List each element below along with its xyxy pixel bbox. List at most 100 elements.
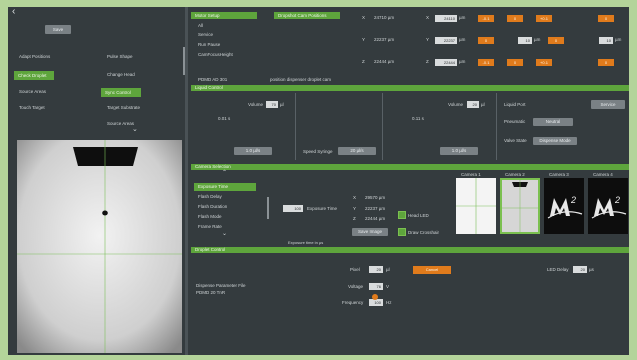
camera-2-thumbnail[interactable] bbox=[500, 178, 540, 234]
camera-selection-header: Camera Selection bbox=[191, 164, 629, 170]
camera-1-thumbnail[interactable] bbox=[456, 178, 496, 234]
axis-y-field-label: Y bbox=[426, 37, 430, 42]
cam-axis-y-label: Y bbox=[353, 206, 357, 211]
voltage-unit: V bbox=[386, 284, 390, 289]
droplet-control-header: Droplet Control bbox=[191, 247, 629, 253]
voltage-field[interactable]: 76 bbox=[369, 283, 383, 290]
step-y-field[interactable]: 10 bbox=[518, 37, 532, 44]
step-z-zero-button[interactable]: 0 bbox=[507, 59, 523, 66]
service-button[interactable]: Service bbox=[591, 100, 625, 109]
aspirate-rate-button[interactable]: 1.0 µl/s bbox=[234, 147, 272, 155]
valve-state-select[interactable]: Dispense Mode bbox=[533, 137, 577, 145]
liquid-control-header: Liquid Control bbox=[191, 85, 629, 91]
camera-menu-flash-mode[interactable]: Flash Mode bbox=[198, 214, 222, 220]
led-delay-unit: µs bbox=[589, 267, 594, 272]
cam-axis-z-readout: 22444 µm bbox=[365, 216, 386, 221]
axis-z-label: Z bbox=[362, 59, 365, 64]
axis-z-field[interactable]: 22444 bbox=[435, 59, 457, 66]
liquid-volume-unit: µl bbox=[280, 102, 284, 107]
head-led-label: Head LED bbox=[408, 213, 429, 218]
tab-motor-setup[interactable]: Motor Setup bbox=[191, 12, 257, 19]
cam-axis-y-readout: 22237 µm bbox=[365, 206, 386, 211]
frequency-field[interactable]: 100 bbox=[369, 299, 383, 306]
step-x-zero-button[interactable]: 0 bbox=[507, 15, 523, 22]
pixel-field[interactable]: 20 bbox=[369, 266, 383, 273]
step-x-plus-button[interactable]: +0.1 bbox=[536, 15, 552, 22]
camera-4-thumbnail[interactable]: 2 bbox=[588, 178, 628, 234]
draw-crosshair-label: Draw Crosshair bbox=[408, 230, 440, 235]
dispense-rate-button[interactable]: 1.0 µl/s bbox=[440, 147, 478, 155]
menu-item-source-areas-2[interactable]: Source Areas bbox=[107, 121, 134, 127]
voltage-label: Voltage bbox=[348, 284, 364, 289]
camera-menu-flash-delay[interactable]: Flash Delay bbox=[198, 194, 222, 200]
camera-menu-exposure-time[interactable]: Exposure Time bbox=[194, 183, 256, 191]
axis-y-unit: µm bbox=[459, 37, 466, 42]
camera-menu-scrollbar[interactable] bbox=[267, 197, 269, 219]
camera-3-thumbnail[interactable]: 2 bbox=[544, 178, 584, 234]
motion-list-cam-focus-height[interactable]: CamFocusHeight bbox=[198, 52, 233, 58]
save-button[interactable]: Save bbox=[45, 25, 71, 34]
liquid-volume2-label: Volume bbox=[448, 102, 464, 107]
led-delay-field[interactable]: 20 bbox=[573, 266, 587, 273]
menu-item-check-droplet[interactable]: Check Droplet bbox=[14, 71, 54, 80]
menu-item-touch-target[interactable]: Touch Target bbox=[19, 105, 45, 111]
step-z-right-button[interactable]: 0 bbox=[598, 59, 614, 66]
cam-axis-x-readout: 29570 µm bbox=[365, 195, 386, 200]
liquid-divider-2 bbox=[382, 93, 383, 160]
menu-item-target-substrate[interactable]: Target Substrate bbox=[107, 105, 140, 111]
pixel-unit: µl bbox=[386, 267, 390, 272]
camera-menu-down-icon[interactable]: ⌄ bbox=[222, 231, 227, 237]
axis-y-label: Y bbox=[362, 37, 366, 42]
step-x-minus-button[interactable]: -0.1 bbox=[478, 15, 494, 22]
menu-item-adapt-positions[interactable]: Adapt Positions bbox=[19, 54, 50, 60]
camera-menu-flash-duration[interactable]: Flash Duration bbox=[198, 204, 227, 210]
step-y-minus-button[interactable]: 0 bbox=[478, 37, 494, 44]
camera-2-image bbox=[502, 180, 538, 232]
camera-menu-up-icon[interactable]: ⌃ bbox=[222, 170, 227, 176]
camera-menu-frame-rate[interactable]: Frame Rate bbox=[198, 224, 222, 230]
pneumatic-select[interactable]: Neutral bbox=[533, 118, 573, 126]
menu-item-change-head[interactable]: Change Head bbox=[107, 72, 135, 78]
motion-list-all[interactable]: All bbox=[198, 23, 203, 29]
menu-item-pulse-shape[interactable]: Pulse Shape bbox=[107, 54, 133, 60]
exposure-hint: Exposure time in µs bbox=[288, 240, 324, 245]
svg-text:2: 2 bbox=[614, 195, 620, 205]
valve-state-label: Valve State bbox=[504, 138, 527, 143]
menu-item-source-areas[interactable]: Source Areas bbox=[19, 89, 46, 95]
axis-x-field[interactable]: 24110 bbox=[435, 15, 457, 22]
exposure-time-field[interactable]: 100 bbox=[283, 205, 303, 212]
tab-dropshot-cam-positions[interactable]: Dropshot Cam Positions bbox=[274, 12, 340, 19]
liquid-divider-1 bbox=[295, 93, 296, 160]
dispense-parameter-label: Dispense Parameter File bbox=[196, 283, 246, 288]
cam-axis-x-label: X bbox=[353, 195, 357, 200]
draw-crosshair-checkbox[interactable] bbox=[398, 228, 406, 236]
frequency-label: Frequency bbox=[342, 300, 364, 305]
back-icon[interactable]: ‹ bbox=[12, 7, 15, 17]
motion-list-service[interactable]: Service bbox=[198, 32, 213, 38]
dispense-parameter-file[interactable]: PDMD 20 TnR bbox=[196, 290, 225, 296]
liquid-volume2-field[interactable]: 20 bbox=[467, 101, 479, 108]
speed-syringe-field[interactable]: 20 µl/s bbox=[338, 147, 376, 155]
step-y-right-field[interactable]: 10 bbox=[599, 37, 613, 44]
step-z-plus-button[interactable]: +0.1 bbox=[536, 59, 552, 66]
frequency-cursor-indicator bbox=[372, 294, 378, 300]
m2-logo-icon: 2 bbox=[547, 195, 583, 219]
camera-live-view-image bbox=[17, 140, 182, 353]
liquid-volume2-unit: µl bbox=[481, 102, 485, 107]
svg-text:2: 2 bbox=[570, 195, 576, 205]
cancel-button[interactable]: Cancel bbox=[413, 266, 451, 274]
step-x-right-button[interactable]: 0 bbox=[598, 15, 614, 22]
step-y-plus-button[interactable]: 0 bbox=[548, 37, 564, 44]
camera-1-image bbox=[456, 178, 496, 234]
frequency-unit: Hz bbox=[386, 300, 392, 305]
head-led-checkbox[interactable] bbox=[398, 211, 406, 219]
axis-z-field-label: Z bbox=[426, 59, 429, 64]
save-image-button[interactable]: Save Image bbox=[352, 228, 388, 236]
menu-item-sync-control[interactable]: Sync Control bbox=[101, 88, 141, 97]
step-z-minus-button[interactable]: -0.1 bbox=[478, 59, 494, 66]
panel-divider bbox=[185, 7, 188, 355]
liquid-volume-field[interactable]: 70 bbox=[266, 101, 278, 108]
motion-list-run-pause[interactable]: Run Pause bbox=[198, 42, 220, 48]
axis-y-field[interactable]: 22237 bbox=[435, 37, 457, 44]
chevron-down-icon[interactable]: ⌄ bbox=[132, 126, 138, 133]
